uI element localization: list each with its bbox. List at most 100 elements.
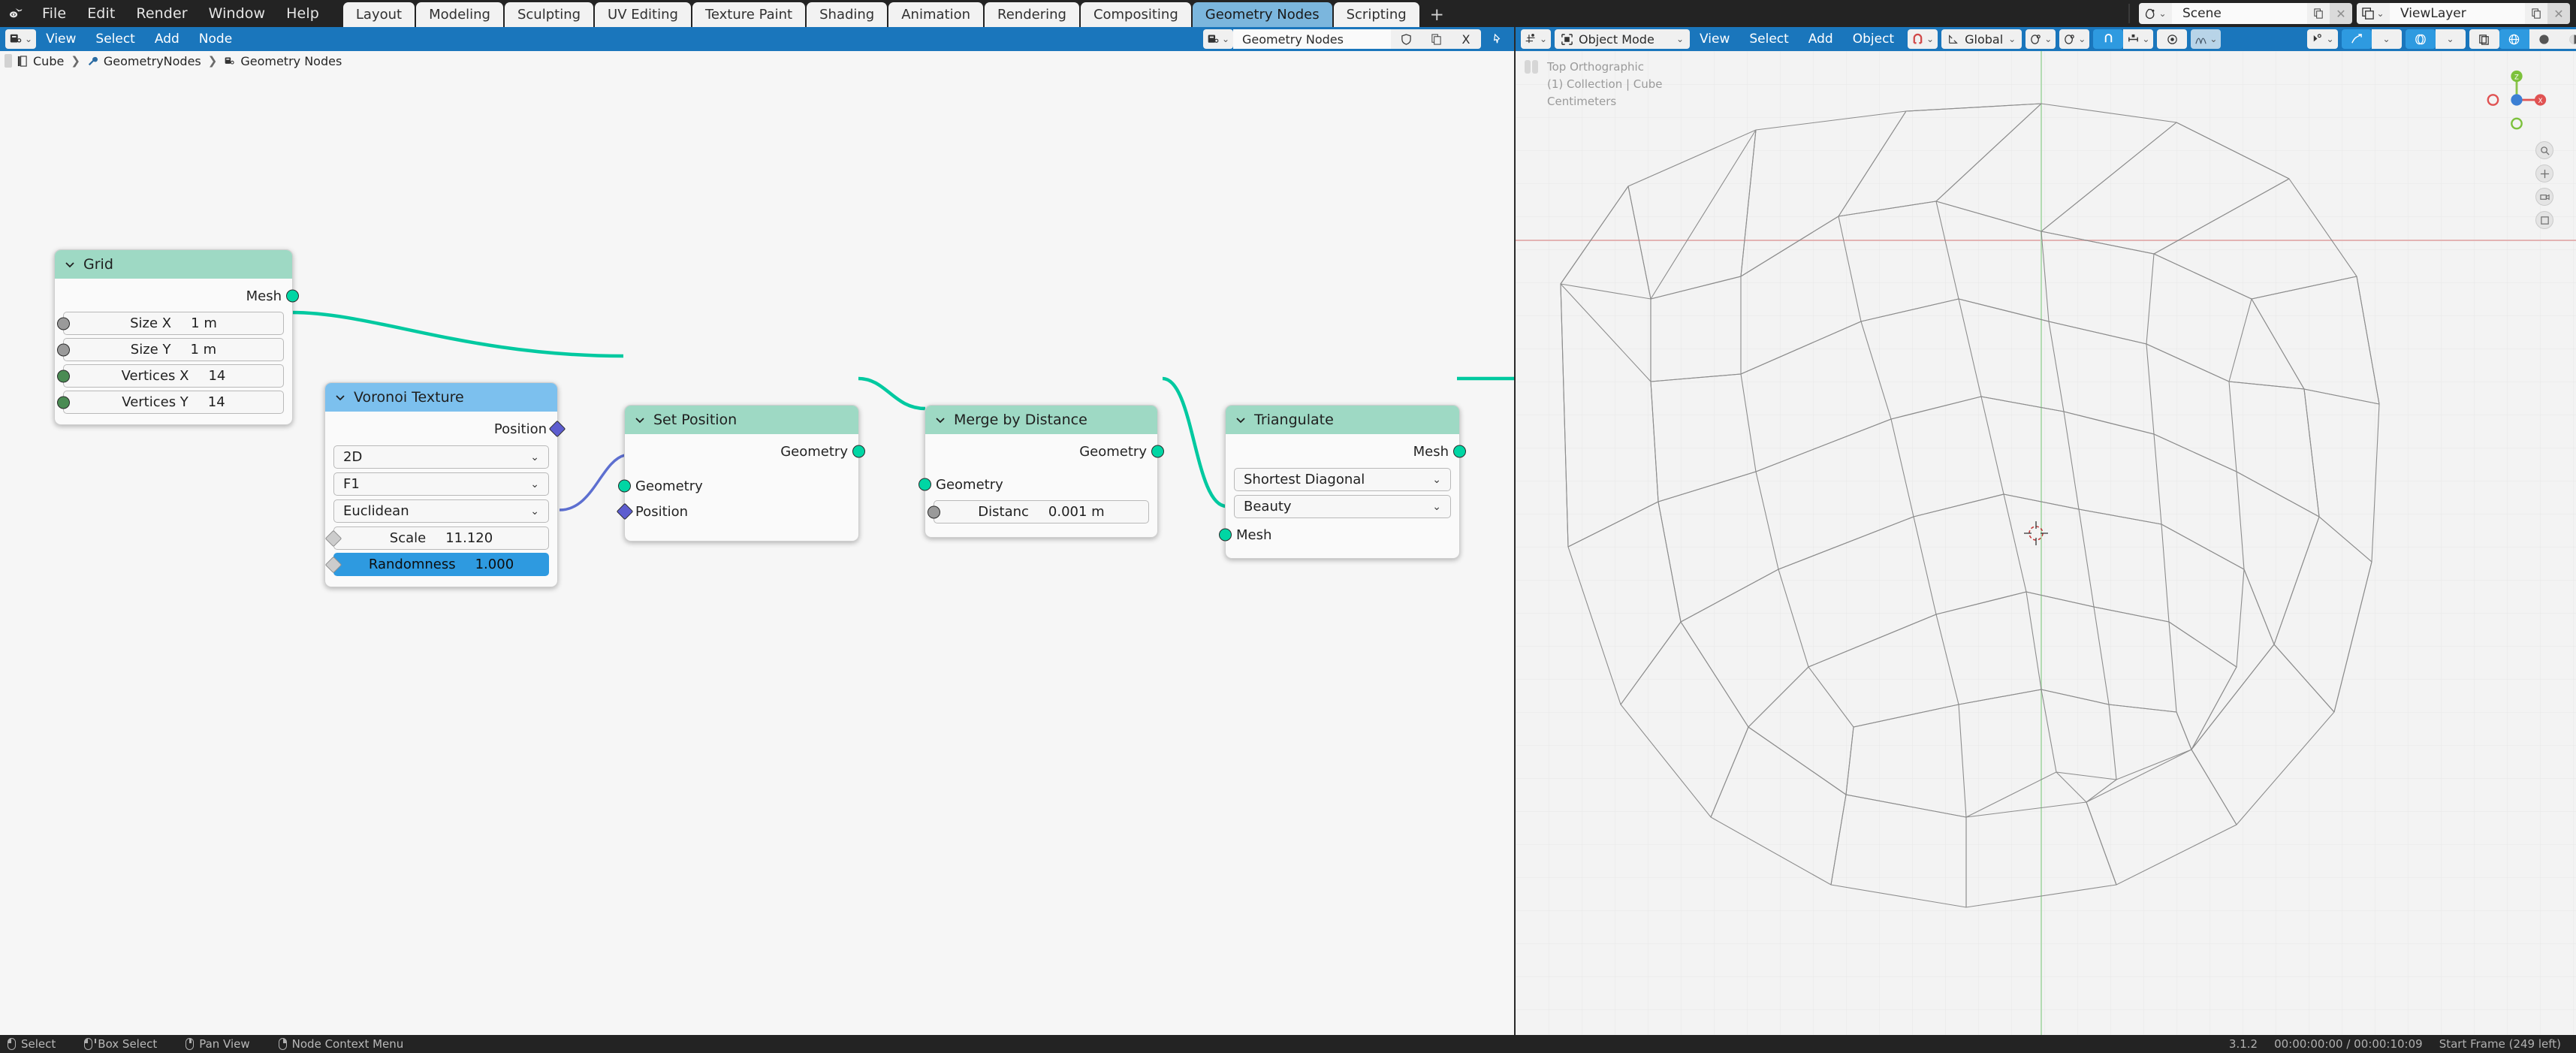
proportional-editing-icon[interactable]: ⌄ — [2059, 29, 2090, 49]
node-merge-input-geometry[interactable]: Geometry — [918, 472, 1157, 497]
scene-icon[interactable]: ⌄ — [2139, 3, 2172, 24]
node-triangulate-quad-method-dropdown[interactable]: Shortest Diagonal ⌄ — [1234, 468, 1451, 491]
transform-orientation-selector[interactable]: Global ⌄ — [1941, 29, 2022, 49]
node-set-position-header[interactable]: Set Position — [625, 406, 858, 434]
view-layer-unlink-icon[interactable]: ✕ — [2547, 3, 2570, 24]
node-grid-output-mesh[interactable]: Mesh — [55, 283, 299, 309]
chevron-down-icon[interactable] — [64, 258, 76, 270]
node-voronoi-prop-scale[interactable]: Scale 11.120 — [324, 526, 549, 550]
socket-geometry-output[interactable] — [1151, 445, 1164, 458]
scene-name[interactable]: Scene — [2172, 3, 2307, 24]
socket-scale[interactable] — [324, 530, 342, 547]
node-voronoi-dimension-dropdown[interactable]: 2D ⌄ — [333, 445, 549, 469]
viewport-gizmos-icon[interactable]: ⌄ — [2307, 29, 2338, 49]
node-voronoi-output-position[interactable]: Position — [325, 416, 566, 442]
menu-window[interactable]: Window — [198, 0, 276, 27]
view-layer-icon[interactable]: ⌄ — [2357, 3, 2390, 24]
socket-size-x[interactable] — [57, 317, 70, 330]
tab-scripting[interactable]: Scripting — [1333, 2, 1419, 27]
socket-vertices-y[interactable] — [57, 396, 70, 409]
node-menu-view[interactable]: View — [36, 27, 86, 51]
pivot-point-icon[interactable]: ⌄ — [2026, 29, 2056, 49]
magnet-icon[interactable]: ⌄ — [1908, 29, 1938, 49]
3d-viewport[interactable]: Top Orthographic (1) Collection | Cube C… — [1516, 51, 2576, 1035]
socket-vertices-x[interactable] — [57, 370, 70, 382]
node-voronoi-distance-dropdown[interactable]: Euclidean ⌄ — [333, 499, 549, 523]
node-menu-node[interactable]: Node — [189, 27, 242, 51]
node-triangulate-output-mesh[interactable]: Mesh — [1226, 439, 1466, 464]
node-grid-prop-size-x[interactable]: Size X 1 m — [57, 312, 284, 335]
tab-shading[interactable]: Shading — [807, 2, 888, 27]
breadcrumb-handle[interactable] — [5, 54, 12, 68]
node-set-position[interactable]: Set Position Geometry Geometry Position — [616, 405, 865, 542]
node-triangulate-header[interactable]: Triangulate — [1226, 406, 1459, 434]
xray-mode-icon[interactable] — [2405, 29, 2436, 49]
tab-geometry-nodes[interactable]: Geometry Nodes — [1192, 2, 1332, 27]
unlink-datablock-button[interactable]: X — [1451, 29, 1481, 49]
socket-mesh-output[interactable] — [1453, 445, 1466, 458]
tab-sculpting[interactable]: Sculpting — [504, 2, 594, 27]
move-view-icon[interactable] — [2535, 164, 2553, 183]
socket-geometry-input[interactable] — [618, 479, 631, 493]
viewport-render-icon[interactable] — [2469, 29, 2499, 49]
blender-logo-icon[interactable] — [0, 0, 32, 27]
node-grid-prop-vertices-x[interactable]: Vertices X 14 — [57, 364, 284, 388]
breadcrumb-item-modifier[interactable]: GeometryNodes — [87, 54, 201, 68]
node-set-position-input-position[interactable]: Position — [616, 499, 858, 524]
socket-distance[interactable] — [928, 505, 940, 518]
node-triangulate-ngon-method-dropdown[interactable]: Beauty ⌄ — [1234, 495, 1451, 518]
node-tree-name[interactable]: Geometry Nodes — [1233, 29, 1391, 49]
node-set-position-output-geometry[interactable]: Geometry — [625, 439, 865, 464]
new-datablock-icon[interactable] — [1421, 29, 1451, 49]
viewport-overlay-handle[interactable] — [1525, 60, 1540, 77]
fake-user-icon[interactable] — [1391, 29, 1421, 49]
node-set-position-input-geometry[interactable]: Geometry — [618, 473, 858, 499]
tab-texture-paint[interactable]: Texture Paint — [692, 2, 806, 27]
node-voronoi-header[interactable]: Voronoi Texture — [325, 383, 557, 412]
node-merge-header[interactable]: Merge by Distance — [925, 406, 1157, 434]
shading-solid-icon[interactable] — [2529, 29, 2559, 49]
tab-rendering[interactable]: Rendering — [985, 2, 1079, 27]
scene-selector[interactable]: ⌄ Scene ✕ — [2139, 3, 2352, 24]
socket-randomness[interactable] — [324, 556, 342, 573]
interaction-mode-selector[interactable]: Object Mode ⌄ — [1555, 29, 1690, 49]
tab-compositing[interactable]: Compositing — [1080, 2, 1191, 27]
toggle-ortho-icon[interactable] — [2535, 211, 2553, 229]
tab-modeling[interactable]: Modeling — [416, 2, 503, 27]
tab-uv-editing[interactable]: UV Editing — [595, 2, 691, 27]
menu-file[interactable]: File — [32, 0, 77, 27]
node-menu-select[interactable]: Select — [86, 27, 144, 51]
3d-viewport-editor-type-icon[interactable]: ⌄ — [1521, 29, 1551, 49]
node-triangulate-input-mesh[interactable]: Mesh — [1219, 522, 1459, 548]
node-merge-output-geometry[interactable]: Geometry — [925, 439, 1164, 464]
socket-mesh-input[interactable] — [1219, 528, 1232, 542]
snap-toggle-icon[interactable] — [2093, 29, 2124, 49]
node-menu-add[interactable]: Add — [145, 27, 189, 51]
node-grid[interactable]: Grid Mesh Size X 1 m Size Y 1 m Vertices… — [54, 249, 299, 425]
shading-dropdown-icon[interactable]: ⌄ — [2191, 29, 2222, 49]
node-voronoi-feature-dropdown[interactable]: F1 ⌄ — [333, 472, 549, 496]
node-voronoi-texture[interactable]: Voronoi Texture Position 2D ⌄ F1 ⌄ Eucli… — [324, 382, 566, 587]
node-merge-by-distance[interactable]: Merge by Distance Geometry Geometry Dist… — [918, 405, 1164, 538]
node-voronoi-prop-randomness[interactable]: Randomness 1.000 — [324, 553, 549, 576]
menu-edit[interactable]: Edit — [77, 0, 125, 27]
socket-geometry-input[interactable] — [918, 478, 931, 491]
zoom-icon[interactable] — [2535, 141, 2553, 159]
menu-help[interactable]: Help — [276, 0, 330, 27]
socket-geometry-output[interactable] — [852, 445, 865, 458]
viewport-menu-select[interactable]: Select — [1739, 27, 1798, 51]
editor-type-selector[interactable]: ⌄ — [5, 29, 37, 49]
node-merge-prop-distance[interactable]: Distanc 0.001 m — [928, 500, 1149, 523]
viewport-menu-object[interactable]: Object — [1843, 27, 1904, 51]
chevron-down-icon[interactable] — [634, 414, 646, 426]
viewport-menu-add[interactable]: Add — [1799, 27, 1843, 51]
xray-toggle-icon[interactable] — [2157, 29, 2188, 49]
overlays-dropdown-icon[interactable]: ⌄ — [2371, 29, 2402, 49]
view-layer-name[interactable]: ViewLayer — [2390, 3, 2525, 24]
shading-wireframe-icon[interactable] — [2499, 29, 2529, 49]
node-grid-prop-size-y[interactable]: Size Y 1 m — [57, 338, 284, 361]
geometry-nodes-icon[interactable]: ⌄ — [1202, 29, 1233, 49]
node-editor-canvas[interactable]: Grid Mesh Size X 1 m Size Y 1 m Vertices… — [0, 71, 1514, 1035]
socket-mesh-output[interactable] — [286, 289, 299, 303]
xray-dropdown-icon[interactable]: ⌄ — [2435, 29, 2466, 49]
